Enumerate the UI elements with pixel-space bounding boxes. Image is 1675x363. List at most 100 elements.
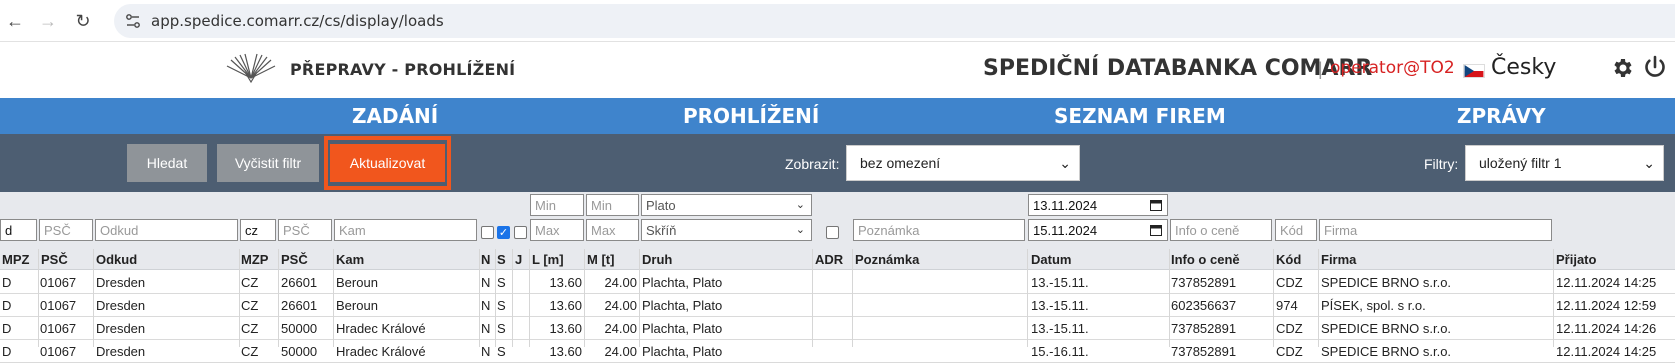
col-header-prijato[interactable]: Přijato: [1556, 252, 1596, 267]
calendar-icon[interactable]: [1150, 199, 1162, 211]
checkbox-adr[interactable]: [826, 226, 839, 239]
col-header-druh[interactable]: Druh: [642, 252, 672, 267]
col-header-s[interactable]: S: [497, 252, 506, 267]
col-header-n[interactable]: N: [481, 252, 490, 267]
cell-mpz: D: [2, 275, 12, 290]
gear-icon[interactable]: [1610, 56, 1634, 80]
to-zip-input[interactable]: PSČ: [278, 219, 332, 241]
forward-arrow-icon[interactable]: →: [36, 9, 60, 33]
weight-max-input[interactable]: Max: [586, 219, 639, 241]
cell-n: N: [481, 321, 491, 336]
saved-filter-value: uložený filtr 1: [1479, 155, 1562, 171]
table-row[interactable]: D 01067 Dresden CZ 50000 Hradec Králové N S 13.6…: [0, 317, 1675, 340]
cell-info: 737852891: [1171, 275, 1237, 290]
cell-kod: CDZ: [1276, 321, 1303, 336]
nav-item-zpravy[interactable]: ZPRÁVY: [1457, 104, 1546, 128]
filter-toolbar: Hledat Vyčistit filtr Aktualizovat Zobra…: [0, 134, 1675, 192]
date-from-input[interactable]: 13.11.2024: [1028, 194, 1168, 216]
cell-odkud: Dresden: [96, 298, 146, 313]
comarr-logo-icon: [226, 53, 276, 84]
clear-filter-button[interactable]: Vyčistit filtr: [217, 144, 319, 182]
cell-l: 13.60: [549, 321, 582, 336]
checkbox-j[interactable]: [514, 226, 527, 239]
checkbox-s[interactable]: ✓: [497, 226, 510, 239]
cell-s: S: [497, 344, 506, 359]
cell-mzp: CZ: [241, 321, 259, 336]
show-select[interactable]: bez omezení ⌄: [846, 145, 1080, 181]
cell-kod: CDZ: [1276, 344, 1303, 359]
col-header-kam[interactable]: Kam: [336, 252, 364, 267]
code-input[interactable]: Kód: [1275, 219, 1317, 241]
cell-prijato: 12.11.2024 14:25: [1556, 275, 1657, 290]
brand-title: SPEDIČNÍ DATABANKA COMARR: [983, 56, 1373, 81]
back-arrow-icon[interactable]: ←: [3, 9, 27, 33]
from-country-input[interactable]: d: [0, 219, 37, 241]
cell-firma: SPEDICE BRNO s.r.o.: [1321, 344, 1452, 359]
col-header-poznamka[interactable]: Poznámka: [855, 252, 919, 267]
column-divider: [1318, 249, 1319, 347]
table-row[interactable]: D 01067 Dresden CZ 50000 Hradec Králové N S 13.6…: [0, 340, 1675, 363]
chevron-down-icon: ⌄: [795, 199, 805, 211]
col-header-psc-to[interactable]: PSČ: [281, 252, 308, 267]
nav-item-prohlizeni[interactable]: PROHLÍŽENÍ: [683, 104, 819, 128]
show-label: Zobrazit:: [785, 156, 840, 172]
cell-druh: Plachta, Plato: [642, 275, 723, 290]
address-bar[interactable]: app.spedice.comarr.cz/cs/display/loads: [114, 4, 1675, 38]
cell-l: 13.60: [549, 344, 582, 359]
column-filters: Min Min Plato ⌄ 13.11.2024 d PSČ Odkud c…: [0, 192, 1675, 249]
to-country-input[interactable]: cz: [240, 219, 276, 241]
from-zip-input[interactable]: PSČ: [39, 219, 93, 241]
column-divider: [512, 249, 513, 347]
col-header-length[interactable]: L [m]: [532, 252, 564, 267]
refresh-button[interactable]: Aktualizovat: [330, 144, 445, 182]
checkbox-n[interactable]: [481, 226, 494, 239]
calendar-icon[interactable]: [1150, 224, 1162, 236]
table-row[interactable]: D 01067 Dresden CZ 26601 Beroun N S 13.60 24.00 Pl…: [0, 294, 1675, 317]
col-header-adr[interactable]: ADR: [815, 252, 843, 267]
length-min-input[interactable]: Min: [530, 194, 584, 216]
nav-item-zadani[interactable]: ZADÁNÍ: [352, 104, 438, 128]
cell-psc: 01067: [40, 321, 77, 336]
table-row[interactable]: D 01067 Dresden CZ 26601 Beroun N S 13.60 24.00 Pl…: [0, 271, 1675, 294]
language-selector[interactable]: Česky: [1491, 55, 1556, 80]
header-separator: |: [1318, 59, 1323, 79]
col-header-kod[interactable]: Kód: [1276, 252, 1301, 267]
column-divider: [1169, 249, 1170, 347]
col-header-mpz[interactable]: MPZ: [2, 252, 29, 267]
weight-min-input[interactable]: Min: [586, 194, 639, 216]
length-max-input[interactable]: Max: [530, 219, 584, 241]
search-button[interactable]: Hledat: [127, 144, 207, 182]
to-city-input[interactable]: Kam: [334, 219, 477, 241]
reload-icon[interactable]: ↻: [71, 9, 95, 33]
power-icon[interactable]: [1643, 55, 1667, 79]
col-header-odkud[interactable]: Odkud: [96, 252, 137, 267]
col-header-info[interactable]: Info o ceně: [1171, 252, 1240, 267]
note-input[interactable]: Poznámka: [853, 219, 1025, 241]
cell-datum: 13.-15.11.: [1031, 275, 1089, 290]
cell-info: 737852891: [1171, 344, 1237, 359]
column-divider: [495, 249, 496, 347]
cargo-type-select-1[interactable]: Plato ⌄: [641, 194, 812, 216]
company-input[interactable]: Firma: [1319, 219, 1552, 241]
saved-filter-select[interactable]: uložený filtr 1 ⌄: [1465, 145, 1664, 181]
cell-firma: SPEDICE BRNO s.r.o.: [1321, 275, 1452, 290]
czech-flag-icon[interactable]: [1463, 64, 1485, 78]
price-info-input[interactable]: Info o ceně: [1170, 219, 1272, 241]
col-header-datum[interactable]: Datum: [1031, 252, 1071, 267]
from-city-input[interactable]: Odkud: [95, 219, 238, 241]
site-settings-icon[interactable]: [124, 12, 142, 30]
nav-item-seznam-firem[interactable]: SEZNAM FIREM: [1054, 104, 1226, 128]
cell-n: N: [481, 298, 491, 313]
cargo-type-select-2[interactable]: Skříň ⌄: [641, 219, 812, 241]
cell-s: S: [497, 298, 506, 313]
date-to-input[interactable]: 15.11.2024: [1028, 219, 1168, 241]
col-header-mzp[interactable]: MZP: [241, 252, 268, 267]
col-header-psc-from[interactable]: PSČ: [41, 252, 68, 267]
column-divider: [239, 249, 240, 347]
col-header-weight[interactable]: M [t]: [587, 252, 614, 267]
col-header-firma[interactable]: Firma: [1321, 252, 1356, 267]
user-account[interactable]: operator@TO2: [1330, 58, 1455, 78]
cell-mzp: CZ: [241, 275, 259, 290]
cargo-type-1-value: Plato: [646, 197, 676, 213]
col-header-j[interactable]: J: [515, 252, 522, 267]
